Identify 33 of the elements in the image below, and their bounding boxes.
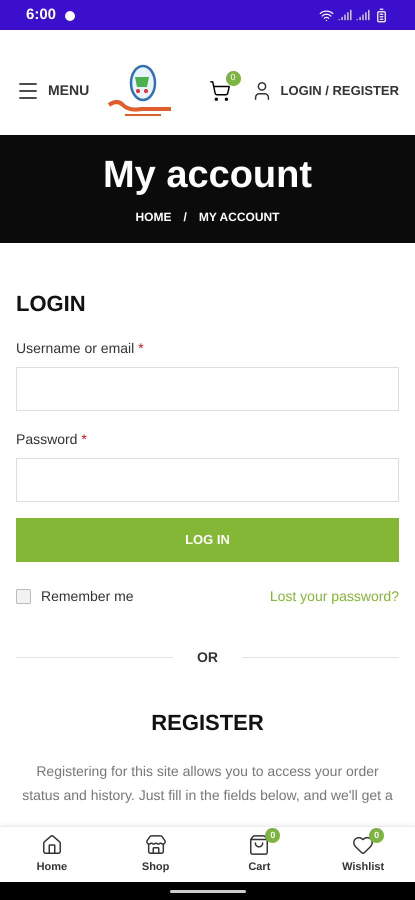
home-icon (40, 834, 63, 856)
breadcrumb-link[interactable]: HOME (135, 208, 172, 226)
breadcrumb-link[interactable]: MY ACCOUNT (198, 208, 280, 226)
status-time: 6:00 (26, 4, 56, 25)
nav-tab[interactable]: Home (0, 827, 104, 882)
input-field[interactable] (16, 458, 399, 502)
nav-tab[interactable]: 0 Cart (208, 827, 312, 882)
menu-button[interactable]: MENU (16, 78, 90, 102)
nav-tab[interactable]: Shop (104, 827, 208, 882)
cart-icon[interactable] (208, 80, 231, 102)
breadcrumb-separator: / (183, 208, 187, 226)
remember-label: Remember me (41, 587, 134, 606)
signal-icon (356, 8, 370, 22)
nav-tab[interactable]: 0 Wishlist (311, 827, 415, 882)
cart-count-badge: 0 (226, 70, 241, 86)
battery-icon (374, 8, 389, 22)
login-register-link[interactable]: LOGIN / REGISTER (250, 80, 399, 102)
status-app-icon (64, 9, 76, 21)
register-heading: REGISTER (150, 709, 265, 737)
count-badge: 0 (369, 828, 384, 843)
field-label: Username or email * (16, 339, 145, 358)
signal-icon (338, 8, 352, 22)
input-field[interactable] (16, 367, 399, 411)
bag-icon (248, 834, 270, 856)
store-icon (144, 834, 167, 856)
register-description: Registering for this site allows you to access your order status and history. Just fill in the fields below, and we'll get a (21, 762, 394, 805)
wifi-icon (319, 8, 334, 22)
login-heading: LOGIN (16, 290, 87, 318)
or-divider-text: OR (197, 648, 218, 667)
field-label: Password * (16, 430, 88, 449)
page-title: My account (102, 153, 312, 198)
count-badge: 0 (265, 828, 280, 843)
remember-checkbox[interactable] (16, 589, 31, 604)
